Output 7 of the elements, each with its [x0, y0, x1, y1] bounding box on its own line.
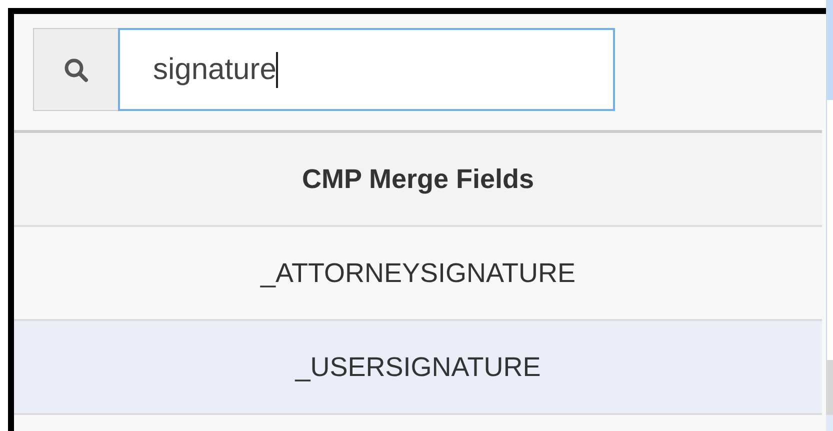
table-row[interactable]: _USERSIGNATURE [14, 319, 822, 413]
column-header: CMP Merge Fields [302, 164, 534, 194]
table-cell: _ATTORNEYSIGNATURE [260, 258, 576, 288]
search-addon[interactable] [33, 28, 118, 111]
search-field[interactable]: signature [118, 28, 615, 111]
table-cell: _USERSIGNATURE [295, 352, 541, 382]
search-icon [63, 56, 89, 82]
